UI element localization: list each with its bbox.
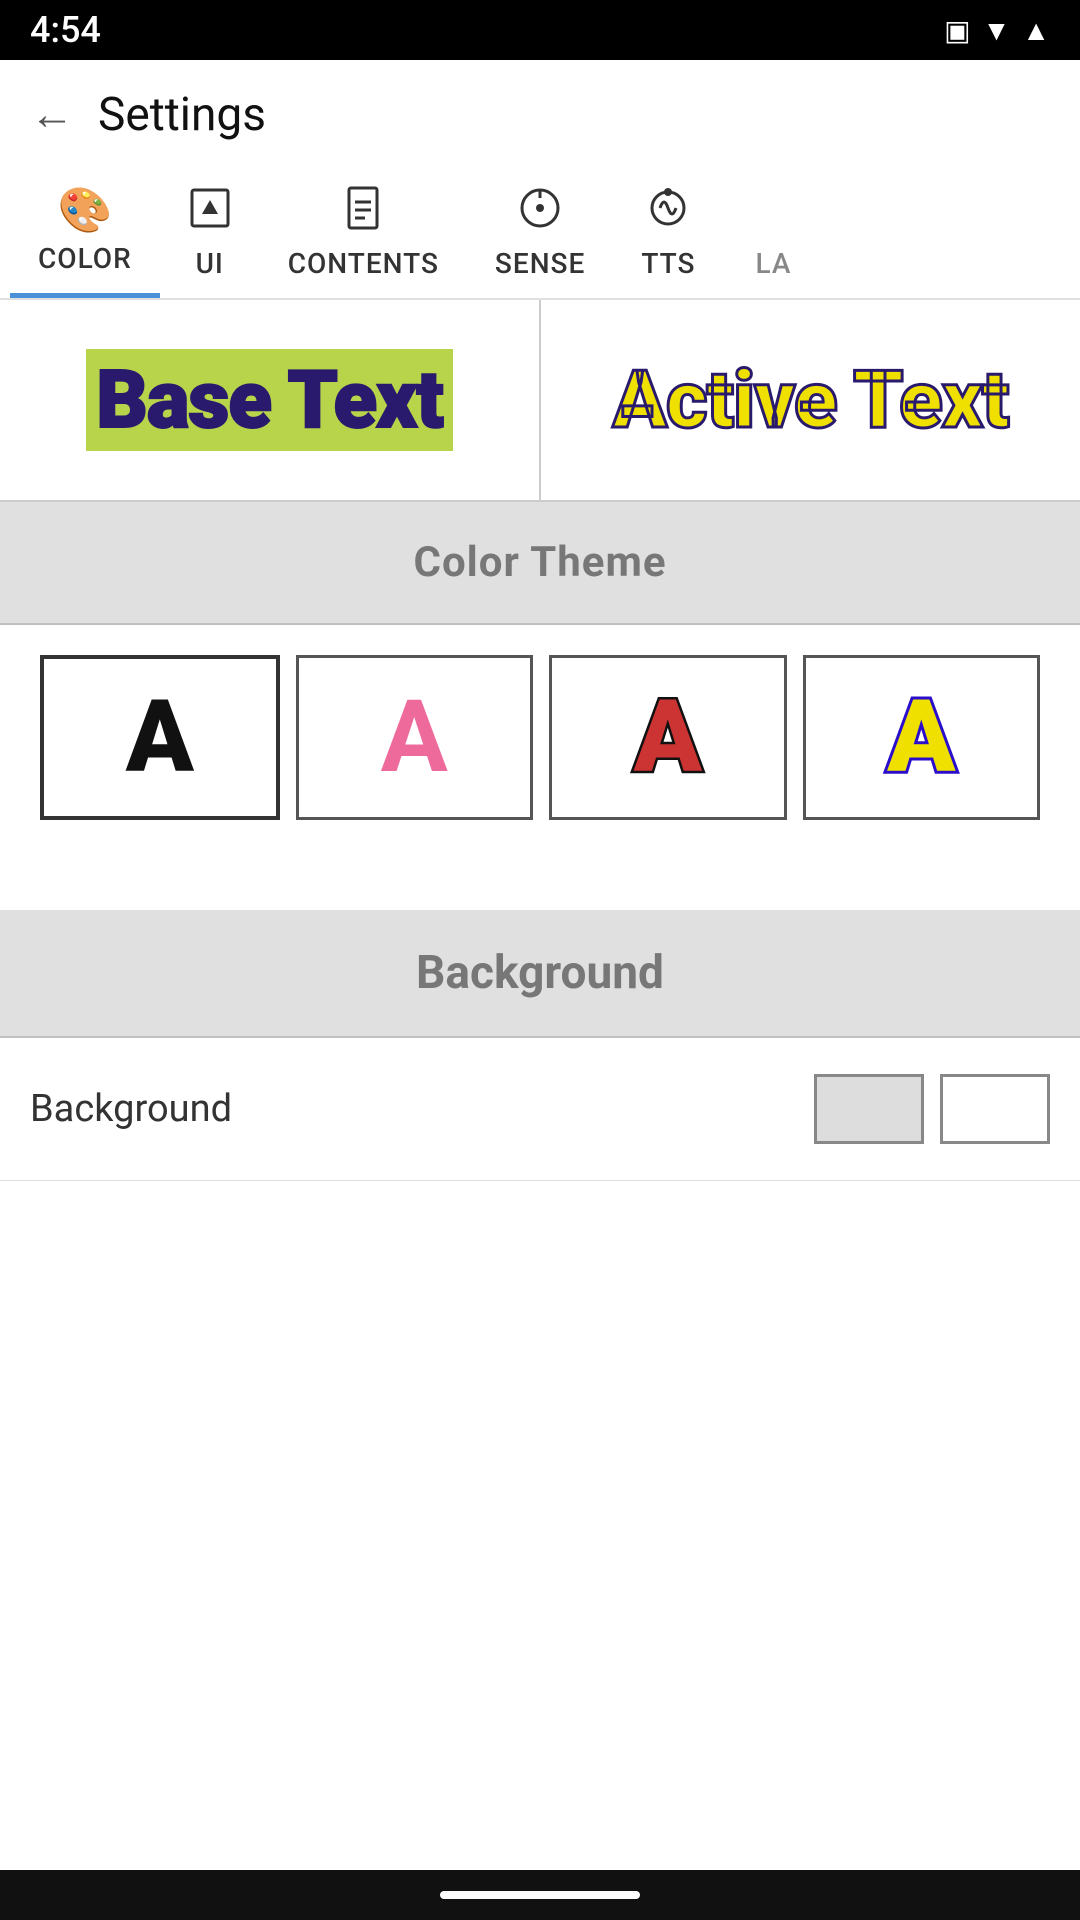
tab-contents-label: CONTENTS — [288, 247, 439, 280]
swatch-white[interactable] — [940, 1074, 1050, 1144]
background-swatches — [814, 1074, 1050, 1144]
wifi-icon: ▼ — [983, 14, 1011, 47]
tab-tts-label: TTS — [641, 247, 695, 280]
tab-ui-label: UI — [196, 247, 224, 280]
active-text: Active Text — [613, 353, 1009, 447]
status-time: 4:54 — [30, 9, 101, 51]
tab-la-label: LA — [755, 247, 791, 280]
background-label: Background — [30, 1087, 232, 1131]
tab-tts[interactable]: TTS — [613, 172, 723, 298]
sense-tab-icon — [518, 186, 562, 241]
theme-plain-letter: A — [126, 679, 194, 796]
theme-option-plain[interactable]: A — [40, 655, 280, 820]
tab-sense[interactable]: SENSE — [467, 172, 613, 298]
tab-ui[interactable]: UI — [160, 172, 260, 298]
signal-icon: ▲ — [1022, 14, 1050, 47]
color-theme-title: Color Theme — [413, 538, 666, 587]
color-theme-section-header: Color Theme — [0, 502, 1080, 623]
theme-option-pink[interactable]: A — [296, 655, 534, 820]
theme-picker: A A A A — [0, 625, 1080, 850]
tts-tab-icon — [646, 186, 690, 241]
tab-bar: 🎨 COLOR UI CONTENTS — [0, 170, 1080, 300]
bottom-bar — [0, 1870, 1080, 1920]
color-tab-icon: 🎨 — [57, 184, 112, 236]
back-button[interactable]: ← — [30, 93, 74, 137]
contents-tab-icon — [341, 186, 385, 241]
background-section-title: Background — [416, 946, 664, 1000]
swatch-gray[interactable] — [814, 1074, 924, 1144]
bottom-indicator — [440, 1891, 640, 1899]
preview-base[interactable]: Base Text — [0, 300, 541, 500]
sim-icon: ▣ — [944, 14, 970, 47]
tab-la[interactable]: LA — [723, 227, 823, 298]
theme-red-black-letter: A — [634, 679, 702, 796]
background-row: Background — [0, 1038, 1080, 1181]
tab-color[interactable]: 🎨 COLOR — [10, 170, 160, 298]
tab-contents[interactable]: CONTENTS — [260, 172, 467, 298]
status-icons: ▣ ▼ ▲ — [944, 14, 1050, 47]
ui-tab-icon — [188, 186, 232, 241]
theme-pink-letter: A — [381, 679, 448, 796]
theme-option-yellow-blue[interactable]: A — [803, 655, 1041, 820]
tab-color-label: COLOR — [38, 242, 132, 275]
background-section-header: Background — [0, 910, 1080, 1036]
status-bar: 4:54 ▣ ▼ ▲ — [0, 0, 1080, 60]
theme-option-red-black[interactable]: A — [549, 655, 787, 820]
base-text: Base Text — [86, 349, 453, 451]
tab-sense-label: SENSE — [495, 247, 585, 280]
top-bar: ← Settings — [0, 60, 1080, 170]
section-gap — [0, 850, 1080, 910]
theme-yellow-blue-letter: A — [887, 679, 955, 796]
preview-section: Base Text Active Text — [0, 300, 1080, 502]
page-title: Settings — [98, 88, 266, 142]
preview-active[interactable]: Active Text — [541, 300, 1080, 500]
